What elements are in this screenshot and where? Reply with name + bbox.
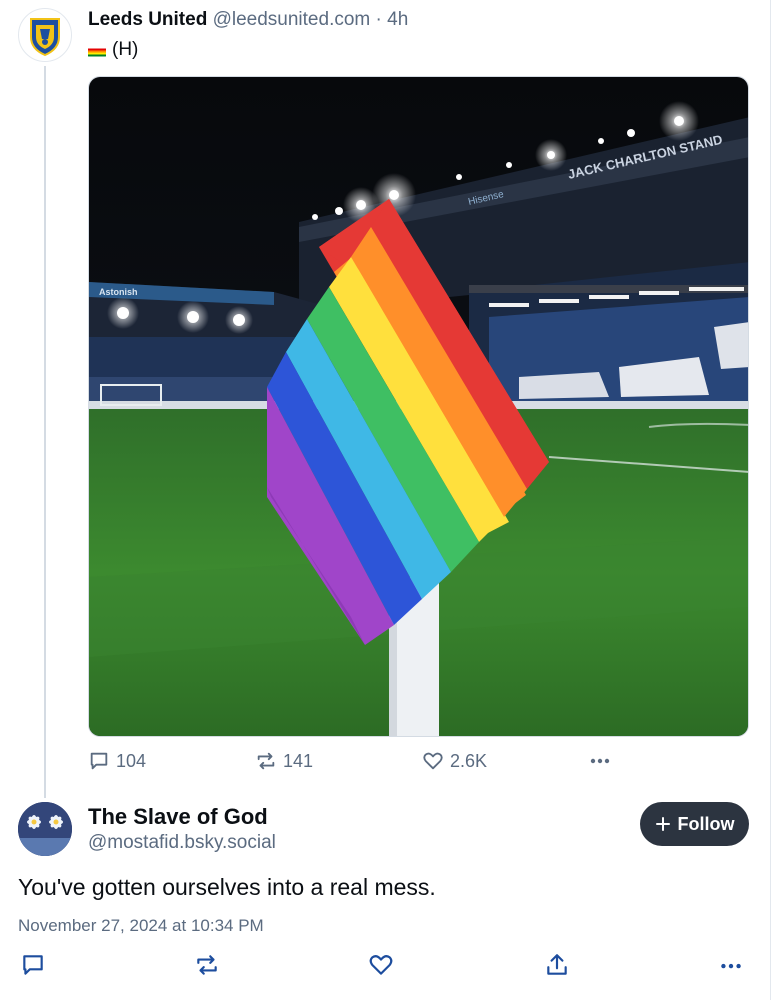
plus-icon bbox=[655, 817, 670, 831]
like-action[interactable]: 2.6K bbox=[422, 750, 487, 772]
reply-author-name[interactable]: The Slave of God bbox=[88, 803, 268, 831]
post-time-ago[interactable]: 4h bbox=[387, 9, 408, 30]
post-text: (H) bbox=[88, 38, 138, 62]
more-options-action[interactable] bbox=[588, 750, 612, 772]
reply-action[interactable]: 104 bbox=[88, 750, 146, 772]
slave-of-god-avatar[interactable] bbox=[18, 802, 72, 856]
post-image[interactable]: JACK CHARLTON STAND Hisense Astonish bbox=[88, 76, 749, 737]
reply-more-options-icon[interactable] bbox=[718, 952, 744, 983]
heart-icon bbox=[423, 752, 443, 770]
post-text-content: (H) bbox=[112, 39, 139, 60]
repost-count: 141 bbox=[283, 750, 314, 771]
reply-action-bar bbox=[0, 952, 774, 982]
follow-label: Follow bbox=[677, 813, 735, 834]
post-author-handle[interactable]: @leedsunited.com bbox=[213, 9, 371, 30]
right-divider bbox=[770, 0, 771, 1000]
post-header: Leeds United @leedsunited.com · 4h bbox=[88, 8, 408, 32]
post-action-bar: 104 141 2.6K bbox=[88, 750, 748, 776]
reply-count: 104 bbox=[116, 750, 147, 771]
reply-text: You've gotten ourselves into a real mess… bbox=[18, 874, 436, 900]
header-separator: · bbox=[375, 9, 382, 30]
more-options-icon bbox=[590, 758, 610, 764]
thread-connector-line bbox=[44, 66, 46, 798]
flower-avatar-icon bbox=[18, 802, 72, 856]
leeds-united-avatar[interactable] bbox=[18, 8, 72, 62]
follow-button[interactable]: Follow bbox=[640, 802, 749, 846]
reply-comment-icon[interactable] bbox=[20, 952, 46, 983]
share-icon[interactable] bbox=[544, 952, 570, 983]
post-author-name[interactable]: Leeds United bbox=[88, 9, 207, 30]
reply-heart-icon[interactable] bbox=[368, 952, 394, 983]
reply-author-handle[interactable]: @mostafid.bsky.social bbox=[88, 831, 276, 855]
comment-icon bbox=[90, 752, 108, 770]
leeds-crest-icon bbox=[30, 18, 60, 57]
reply-timestamp[interactable]: November 27, 2024 at 10:34 PM bbox=[18, 915, 264, 937]
corner-flag-photo: JACK CHARLTON STAND Hisense Astonish bbox=[89, 77, 748, 736]
astonish-sign: Astonish bbox=[99, 287, 138, 297]
like-count: 2.6K bbox=[450, 750, 488, 771]
rainbow-flag-icon bbox=[88, 44, 106, 57]
repost-action[interactable]: 141 bbox=[255, 750, 313, 772]
repost-icon bbox=[257, 752, 275, 770]
reply-repost-icon[interactable] bbox=[194, 952, 220, 983]
